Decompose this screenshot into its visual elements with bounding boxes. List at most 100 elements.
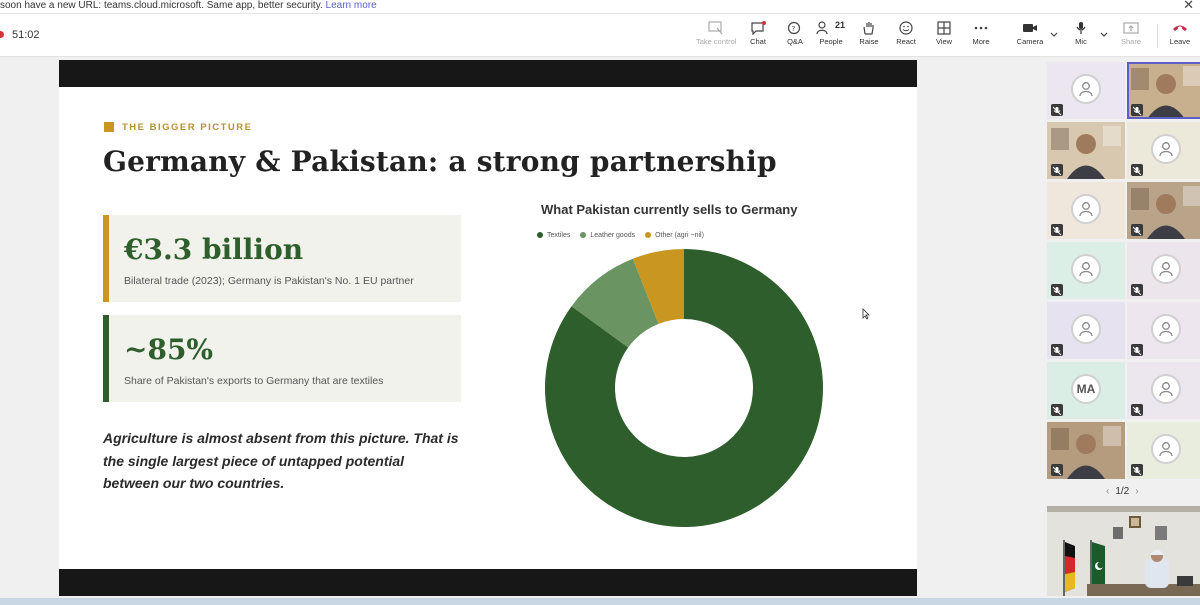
participant-tile[interactable] xyxy=(1047,122,1125,179)
camera-button[interactable]: Camera xyxy=(1010,18,1050,54)
participant-tile[interactable] xyxy=(1127,422,1200,479)
leave-button[interactable]: Leave xyxy=(1160,18,1200,54)
person-icon xyxy=(1159,262,1173,277)
person-icon xyxy=(1079,262,1093,277)
legend-swatch xyxy=(645,232,652,238)
participant-tile[interactable] xyxy=(1127,302,1200,359)
legend-label: Other (agri ~nil) xyxy=(655,232,704,239)
avatar xyxy=(1151,434,1181,464)
chat-icon xyxy=(751,21,766,35)
react-button[interactable]: React xyxy=(886,18,926,54)
mic-off-icon xyxy=(1131,164,1143,176)
participant-tile[interactable] xyxy=(1047,62,1125,119)
participant-tile[interactable] xyxy=(1127,182,1200,239)
trade-stat-caption: Bilateral trade (2023); Germany is Pakis… xyxy=(124,275,414,287)
legend-item: Other (agri ~nil) xyxy=(645,232,704,239)
react-icon xyxy=(899,21,913,35)
participant-tile[interactable] xyxy=(1127,122,1200,179)
legend-item: Textiles xyxy=(537,232,570,239)
avatar: MA xyxy=(1071,374,1101,404)
close-icon[interactable]: ✕ xyxy=(1183,0,1194,11)
leave-icon xyxy=(1173,25,1187,31)
shared-screen: THE BIGGER PICTURE Germany & Pakistan: a… xyxy=(59,60,917,596)
participant-tile[interactable] xyxy=(1127,362,1200,419)
legend-swatch xyxy=(537,232,543,238)
mic-off-icon xyxy=(1051,284,1063,296)
notification-banner: soon have a new URL: teams.cloud.microso… xyxy=(0,0,1200,14)
learn-more-link[interactable]: Learn more xyxy=(326,0,377,11)
page-indicator: 1/2 xyxy=(1115,486,1130,497)
participant-tile[interactable] xyxy=(1047,182,1125,239)
trade-stat-card: €3.3 billion Bilateral trade (2023); Ger… xyxy=(103,215,461,302)
person-icon xyxy=(1079,202,1093,217)
mic-button[interactable]: Mic xyxy=(1061,18,1101,54)
mic-off-icon xyxy=(1051,464,1063,476)
mic-off-icon xyxy=(1051,224,1063,236)
textile-stat-card: ~85% Share of Pakistan's exports to Germ… xyxy=(103,315,461,402)
view-button[interactable]: View xyxy=(924,18,964,54)
main-speaker-video[interactable] xyxy=(1047,506,1200,596)
legend-label: Textiles xyxy=(547,232,571,239)
meeting-toolbar: 51:02 Take control Chat ? Q&A 21 People … xyxy=(0,14,1200,57)
participant-tile[interactable]: MA xyxy=(1047,362,1125,419)
mic-off-icon xyxy=(1131,464,1143,476)
more-icon xyxy=(974,26,988,30)
participant-tile[interactable] xyxy=(1127,62,1200,119)
person-icon xyxy=(1079,82,1093,97)
mic-options-chevron-down-icon[interactable] xyxy=(1099,30,1109,40)
share-button[interactable]: Share xyxy=(1111,18,1151,54)
os-taskbar xyxy=(0,598,1200,605)
person-icon xyxy=(1159,142,1173,157)
participant-grid: MA xyxy=(1046,62,1200,482)
person-icon xyxy=(1079,322,1093,337)
raise-hand-button[interactable]: Raise xyxy=(849,18,889,54)
chat-button[interactable]: Chat xyxy=(738,18,778,54)
avatar xyxy=(1071,194,1101,224)
banner-text: soon have a new URL: teams.cloud.microso… xyxy=(0,0,323,11)
participant-tile[interactable] xyxy=(1047,422,1125,479)
legend-swatch xyxy=(580,232,587,238)
more-button[interactable]: More xyxy=(961,18,1001,54)
mic-off-icon xyxy=(1131,344,1143,356)
person-icon xyxy=(1159,322,1173,337)
avatar xyxy=(1071,314,1101,344)
slide-eyebrow: THE BIGGER PICTURE xyxy=(122,122,253,133)
donut-chart xyxy=(545,249,823,527)
participant-pager: ‹ 1/2 › xyxy=(1100,486,1145,497)
view-icon xyxy=(937,21,951,35)
mic-off-icon xyxy=(1131,404,1143,416)
next-page-chevron-right-icon[interactable]: › xyxy=(1135,486,1138,497)
avatar xyxy=(1151,134,1181,164)
people-count: 21 xyxy=(835,20,846,30)
people-button[interactable]: 21 People xyxy=(811,18,851,54)
slide-letterbox-bottom xyxy=(59,569,917,596)
share-icon xyxy=(1123,22,1139,34)
mic-off-icon xyxy=(1051,164,1063,176)
person-icon xyxy=(1159,382,1173,397)
slide-paragraph: Agriculture is almost absent from this p… xyxy=(103,430,459,491)
qa-button[interactable]: ? Q&A xyxy=(775,18,815,54)
people-icon xyxy=(816,21,828,35)
camera-options-chevron-down-icon[interactable] xyxy=(1049,30,1059,40)
avatar xyxy=(1071,74,1101,104)
eyebrow-marker xyxy=(104,122,114,132)
chart-title: What Pakistan currently sells to Germany xyxy=(541,202,798,217)
mic-off-icon xyxy=(1131,224,1143,236)
legend-label: Leather goods xyxy=(590,232,636,239)
mic-off-icon xyxy=(1131,104,1143,116)
mic-icon xyxy=(1076,22,1086,34)
recording-indicator-icon xyxy=(0,31,4,38)
textile-stat-caption: Share of Pakistan's exports to Germany t… xyxy=(124,375,384,387)
avatar xyxy=(1151,374,1181,404)
take-control-button[interactable]: Take control xyxy=(696,18,736,54)
participant-tile[interactable] xyxy=(1047,302,1125,359)
avatar-initials: MA xyxy=(1076,382,1096,396)
qa-icon: ? xyxy=(787,21,801,35)
participant-tile[interactable] xyxy=(1127,242,1200,299)
prev-page-chevron-left-icon[interactable]: ‹ xyxy=(1106,486,1109,497)
participant-tile[interactable] xyxy=(1047,242,1125,299)
svg-text:?: ? xyxy=(792,25,796,33)
chart-legend: Textiles Leather goods Other (agri ~nil) xyxy=(537,232,714,239)
take-control-icon xyxy=(708,21,723,35)
slide-letterbox-top xyxy=(59,60,917,87)
